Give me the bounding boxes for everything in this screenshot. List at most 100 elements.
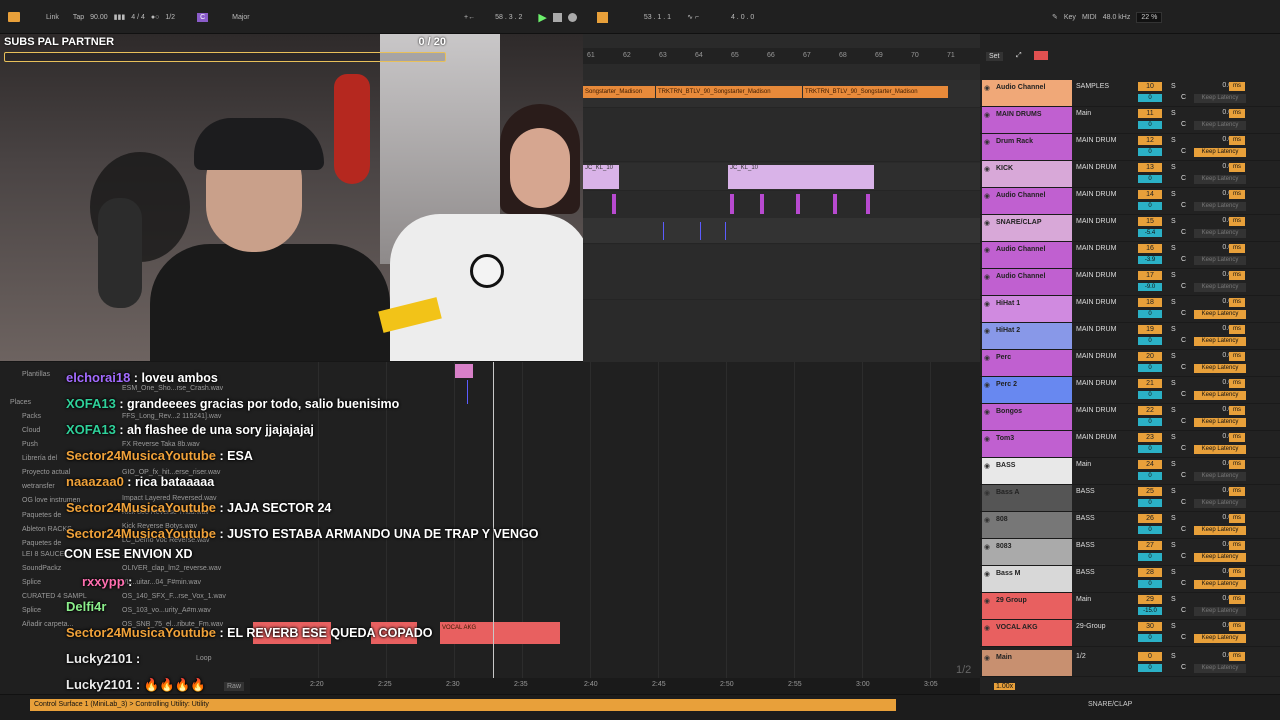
fold-icon[interactable]: ◉	[984, 624, 990, 632]
lock-icon[interactable]	[1034, 51, 1048, 60]
output-select[interactable]: MAIN DRUM	[1076, 326, 1116, 333]
fold-icon[interactable]: ◉	[984, 462, 990, 470]
crossfade-button[interactable]: C	[1181, 202, 1186, 209]
output-select[interactable]: MAIN DRUM	[1076, 191, 1116, 198]
key-map-button[interactable]: Key	[1064, 14, 1076, 21]
output-select[interactable]: MAIN DRUM	[1076, 380, 1116, 387]
track-number[interactable]: 25	[1138, 487, 1162, 496]
scale-select[interactable]: Major	[232, 14, 250, 21]
tempo-field[interactable]: 90.00	[90, 14, 108, 21]
crossfade-button[interactable]: C	[1181, 175, 1186, 182]
latency-unit[interactable]: ms	[1229, 271, 1245, 280]
expand-icon[interactable]: ⤢	[1016, 52, 1022, 60]
keep-latency-button[interactable]: Keep Latency	[1194, 337, 1246, 346]
track-name[interactable]: 808	[982, 512, 1072, 538]
crossfade-button[interactable]: C	[1181, 553, 1186, 560]
track-number[interactable]: 28	[1138, 568, 1162, 577]
track-name[interactable]: Audio Channel	[982, 269, 1072, 295]
track-name[interactable]: Bass A	[982, 485, 1072, 511]
latency-unit[interactable]: ms	[1229, 514, 1245, 523]
volume-field[interactable]: 0	[1138, 634, 1162, 642]
audio-clip[interactable]: Songstarter_Madison	[583, 86, 655, 98]
keep-latency-button[interactable]: Keep Latency	[1194, 634, 1246, 643]
solo-button[interactable]: S	[1171, 653, 1176, 660]
set-button[interactable]: Set	[986, 52, 1003, 61]
track-name[interactable]: VOCAL AKG	[982, 620, 1072, 646]
mixer-strip[interactable]: 29 Group◉ Main 29 -15.0 SC 0.00ms Keep Latency	[980, 593, 1280, 620]
volume-field[interactable]: 0	[1138, 553, 1162, 561]
latency-unit[interactable]: ms	[1229, 298, 1245, 307]
track-name[interactable]: Drum Rack	[982, 134, 1072, 160]
crossfade-button[interactable]: C	[1181, 418, 1186, 425]
latency-unit[interactable]: ms	[1229, 595, 1245, 604]
crossfade-button[interactable]: C	[1181, 310, 1186, 317]
track-number[interactable]: 21	[1138, 379, 1162, 388]
draw-mode-icon[interactable]: ∿ ⌐	[687, 13, 699, 21]
fold-icon[interactable]: ◉	[984, 381, 990, 389]
solo-button[interactable]: S	[1171, 488, 1176, 495]
keep-latency-button[interactable]: Keep Latency	[1194, 364, 1246, 373]
output-select[interactable]: MAIN DRUM	[1076, 353, 1116, 360]
crossfade-button[interactable]: C	[1181, 364, 1186, 371]
automation-arm-icon[interactable]	[596, 11, 608, 23]
solo-button[interactable]: S	[1171, 623, 1176, 630]
time-signature[interactable]: 4 / 4	[131, 14, 145, 21]
keep-latency-button[interactable]: Keep Latency	[1194, 499, 1246, 508]
track-name[interactable]: Main	[982, 650, 1072, 676]
track-name[interactable]: Audio Channel	[982, 188, 1072, 214]
output-select[interactable]: MAIN DRUM	[1076, 218, 1116, 225]
volume-field[interactable]: 0	[1138, 391, 1162, 399]
mixer-strip[interactable]: Audio Channel◉ SAMPLES 10 0 SC 0.00ms Keep Lat…	[980, 80, 1280, 107]
fold-icon[interactable]: ◉	[984, 597, 990, 605]
keep-latency-button[interactable]: Keep Latency	[1194, 202, 1246, 211]
fold-icon[interactable]: ◉	[984, 138, 990, 146]
app-menu-icon[interactable]	[8, 12, 20, 22]
volume-field[interactable]: 0	[1138, 526, 1162, 534]
output-select[interactable]: MAIN DRUM	[1076, 164, 1116, 171]
crossfade-button[interactable]: C	[1181, 526, 1186, 533]
fold-icon[interactable]: ◉	[984, 327, 990, 335]
latency-unit[interactable]: ms	[1229, 622, 1245, 631]
track-name[interactable]: Audio Channel	[982, 242, 1072, 268]
play-icon[interactable]: ▶	[538, 11, 546, 24]
output-select[interactable]: BASS	[1076, 569, 1095, 576]
crossfade-button[interactable]: C	[1181, 607, 1186, 614]
output-select[interactable]: MAIN DRUM	[1076, 137, 1116, 144]
loop-start-field[interactable]: 53 . 1 . 1	[644, 14, 671, 21]
output-select[interactable]: BASS	[1076, 515, 1095, 522]
crossfade-button[interactable]: C	[1181, 229, 1186, 236]
track-number[interactable]: 22	[1138, 406, 1162, 415]
mixer-strip[interactable]: Drum Rack◉ MAIN DRUM 12 0 SC 0.00ms Keep Laten…	[980, 134, 1280, 161]
mixer-strip[interactable]: VOCAL AKG◉ 29-Group 30 0 SC 0.00ms Keep Latenc…	[980, 620, 1280, 647]
solo-button[interactable]: S	[1171, 299, 1176, 306]
latency-unit[interactable]: ms	[1229, 433, 1245, 442]
volume-field[interactable]: 0	[1138, 445, 1162, 453]
track-number[interactable]: 19	[1138, 325, 1162, 334]
mixer-strip[interactable]: BASS◉ Main 24 0 SC 0.00ms Keep Latency	[980, 458, 1280, 485]
solo-button[interactable]: S	[1171, 542, 1176, 549]
pencil-icon[interactable]: ✎	[1052, 13, 1058, 21]
keep-latency-button[interactable]: Keep Latency	[1194, 283, 1246, 292]
latency-unit[interactable]: ms	[1229, 136, 1245, 145]
solo-button[interactable]: S	[1171, 191, 1176, 198]
mixer-strip[interactable]: KICK◉ MAIN DRUM 13 0 SC 0.00ms Keep Latency	[980, 161, 1280, 188]
volume-field[interactable]: 0	[1138, 310, 1162, 318]
solo-button[interactable]: S	[1171, 137, 1176, 144]
mixer-strip[interactable]: MAIN DRUMS◉ Main 11 0 SC 0.00ms Keep Latency	[980, 107, 1280, 134]
mixer-strip[interactable]: Tom3◉ MAIN DRUM 23 0 SC 0.00ms Keep Latency	[980, 431, 1280, 458]
track-name[interactable]: Perc	[982, 350, 1072, 376]
keep-latency-button[interactable]: Keep Latency	[1194, 229, 1246, 238]
crossfade-button[interactable]: C	[1181, 121, 1186, 128]
volume-field[interactable]: 0	[1138, 472, 1162, 480]
track-number[interactable]: 30	[1138, 622, 1162, 631]
output-select[interactable]: 1/2	[1076, 653, 1086, 660]
volume-field[interactable]: 0	[1138, 175, 1162, 183]
solo-button[interactable]: S	[1171, 326, 1176, 333]
latency-unit[interactable]: ms	[1229, 379, 1245, 388]
crossfade-button[interactable]: C	[1181, 337, 1186, 344]
keep-latency-button[interactable]: Keep Latency	[1194, 310, 1246, 319]
fold-icon[interactable]: ◉	[984, 408, 990, 416]
mixer-strip[interactable]: HiHat 2◉ MAIN DRUM 19 0 SC 0.00ms Keep Latency	[980, 323, 1280, 350]
track-number[interactable]: 15	[1138, 217, 1162, 226]
solo-button[interactable]: S	[1171, 515, 1176, 522]
